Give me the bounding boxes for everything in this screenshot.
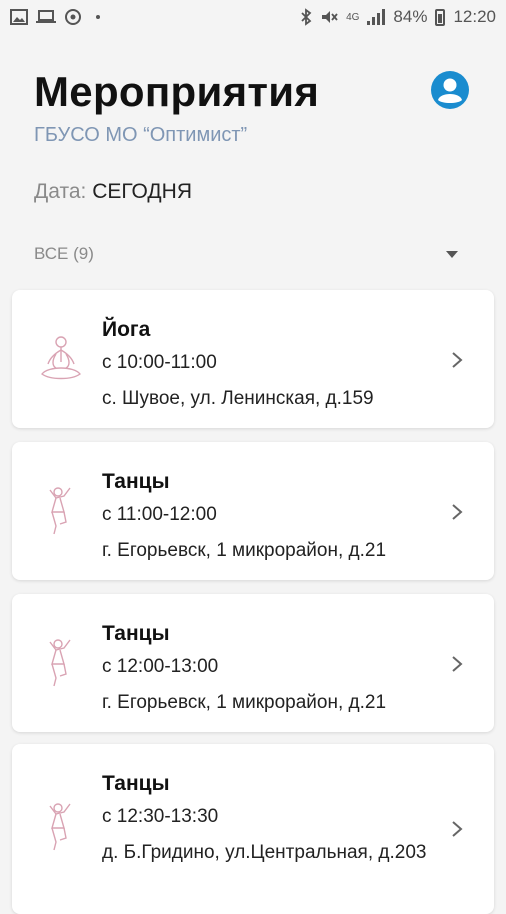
date-value: СЕГОДНЯ [92, 180, 192, 203]
filter-dropdown[interactable]: ВСЕ (9) [34, 244, 458, 264]
status-bar: 4G 84% 12:20 [0, 0, 506, 34]
signal-icon [367, 9, 386, 25]
organization-name: ГБУСО МО “Оптимист” [34, 124, 248, 146]
event-address: с. Шувое, ул. Ленинская, д.159 [102, 388, 374, 409]
event-time: с 12:30-13:30 [102, 806, 219, 827]
dance-icon [49, 803, 71, 851]
event-address: г. Егорьевск, 1 микрорайон, д.21 [102, 540, 387, 561]
chevron-right-icon [452, 504, 463, 520]
whatsapp-icon [65, 9, 81, 25]
event-time: с 11:00-12:00 [102, 504, 217, 525]
dance-icon [49, 639, 71, 687]
notification-dot-icon [96, 15, 100, 19]
mute-icon [322, 11, 338, 23]
event-time: с 12:00-13:00 [102, 656, 219, 677]
event-name: Танцы [102, 772, 170, 795]
page-title: Мероприятия [34, 68, 320, 115]
bluetooth-icon [301, 8, 312, 26]
event-name: Танцы [102, 622, 170, 645]
battery-icon [435, 8, 446, 26]
yoga-icon [41, 336, 81, 380]
event-card[interactable]: Танцы с 12:00-13:00 г. Егорьевск, 1 микр… [12, 594, 494, 732]
event-name: Танцы [102, 470, 170, 493]
dance-icon [49, 487, 71, 535]
battery-percent: 84% [393, 7, 428, 26]
filter-label: ВСЕ (9) [34, 244, 94, 263]
event-card[interactable]: Йога с 10:00-11:00 с. Шувое, ул. Ленинск… [12, 290, 494, 428]
chevron-right-icon [452, 352, 463, 368]
profile-icon[interactable] [430, 70, 470, 110]
laptop-icon [36, 10, 56, 23]
gallery-icon [10, 9, 28, 25]
dropdown-caret-icon [446, 250, 458, 258]
event-card[interactable]: Танцы с 11:00-12:00 г. Егорьевск, 1 микр… [12, 442, 494, 580]
event-name: Йога [102, 318, 151, 341]
chevron-right-icon [452, 821, 463, 837]
chevron-right-icon [452, 656, 463, 672]
header: Мероприятия ГБУСО МО “Оптимист” [34, 68, 474, 147]
event-time: с 10:00-11:00 [102, 352, 217, 373]
event-address: г. Егорьевск, 1 микрорайон, д.21 [102, 692, 387, 713]
event-address: д. Б.Гридино, ул.Центральная, д.203 [102, 842, 427, 863]
date-selector[interactable]: Дата: СЕГОДНЯ [34, 180, 192, 204]
date-label: Дата: [34, 180, 87, 203]
network-type: 4G [346, 11, 360, 23]
clock: 12:20 [453, 7, 496, 26]
event-card[interactable]: Танцы с 12:30-13:30 д. Б.Гридино, ул.Цен… [12, 744, 494, 914]
